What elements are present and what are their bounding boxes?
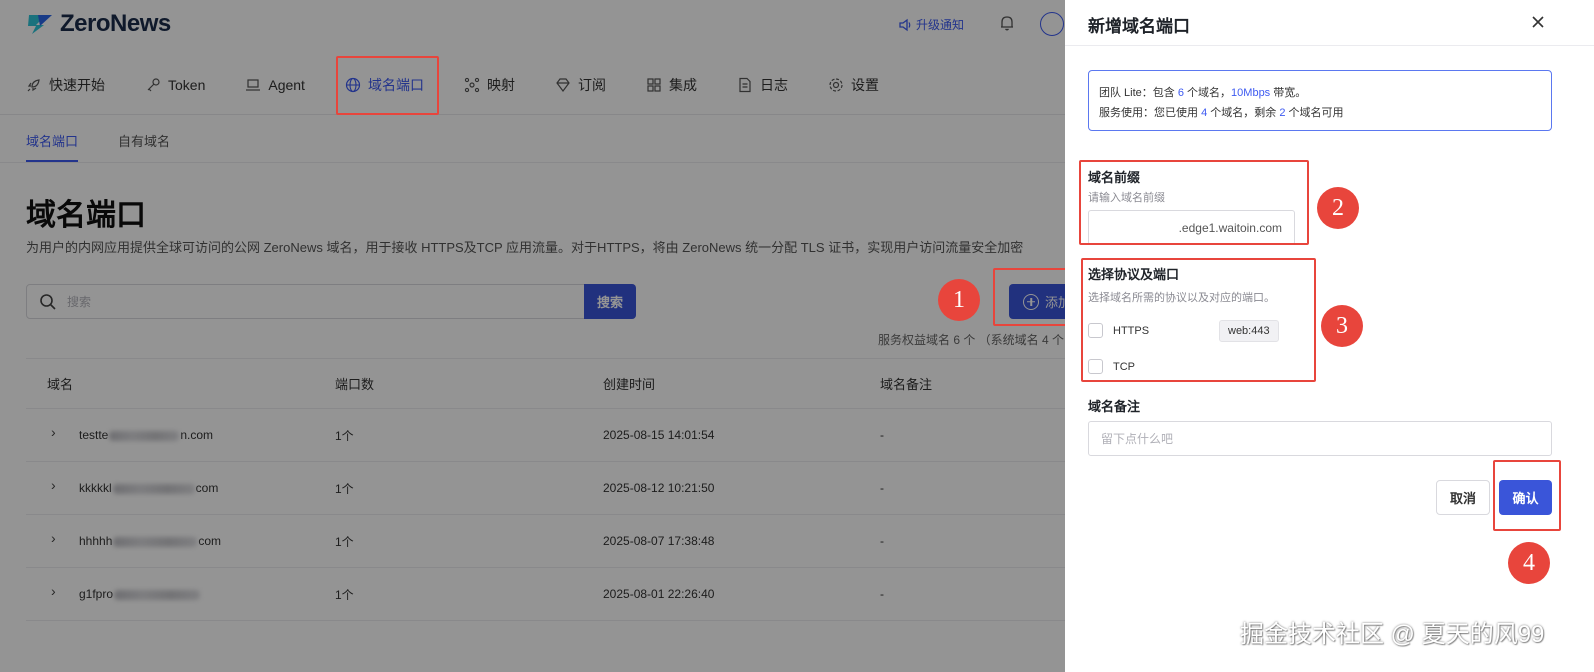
annotation-box-prefix <box>1079 160 1309 245</box>
plan-info-box: 团队 Lite：包含 6 个域名，10Mbps 带宽。 服务使用：您已使用 4 … <box>1088 70 1552 131</box>
annotation-number-4: 4 <box>1508 542 1550 584</box>
annotation-box-add <box>993 268 1067 326</box>
drawer-title: 新增域名端口 <box>1088 17 1190 36</box>
remark-input[interactable] <box>1088 421 1552 456</box>
annotation-box-nav <box>336 56 439 115</box>
watermark: 掘金技术社区 @ 夏天的风99 <box>1240 621 1545 648</box>
plan-info-line: 团队 Lite：包含 6 个域名，10Mbps 带宽。 <box>1099 87 1307 99</box>
annotation-number-3: 3 <box>1321 305 1363 347</box>
remark-label: 域名备注 <box>1088 399 1141 414</box>
add-domain-drawer: 新增域名端口 团队 Lite：包含 6 个域名，10Mbps 带宽。 服务使用：… <box>1065 0 1594 672</box>
modal-overlay[interactable] <box>0 0 1065 672</box>
usage-info-line: 服务使用：您已使用 4 个域名，剩余 2 个域名可用 <box>1099 107 1344 119</box>
annotation-box-confirm <box>1493 460 1561 531</box>
close-icon[interactable] <box>1528 12 1548 32</box>
cancel-button[interactable]: 取消 <box>1436 480 1490 515</box>
drawer-header: 新增域名端口 <box>1065 0 1594 46</box>
annotation-number-2: 2 <box>1317 187 1359 229</box>
annotation-box-protocol <box>1081 258 1316 382</box>
annotation-number-1: 1 <box>938 279 980 321</box>
